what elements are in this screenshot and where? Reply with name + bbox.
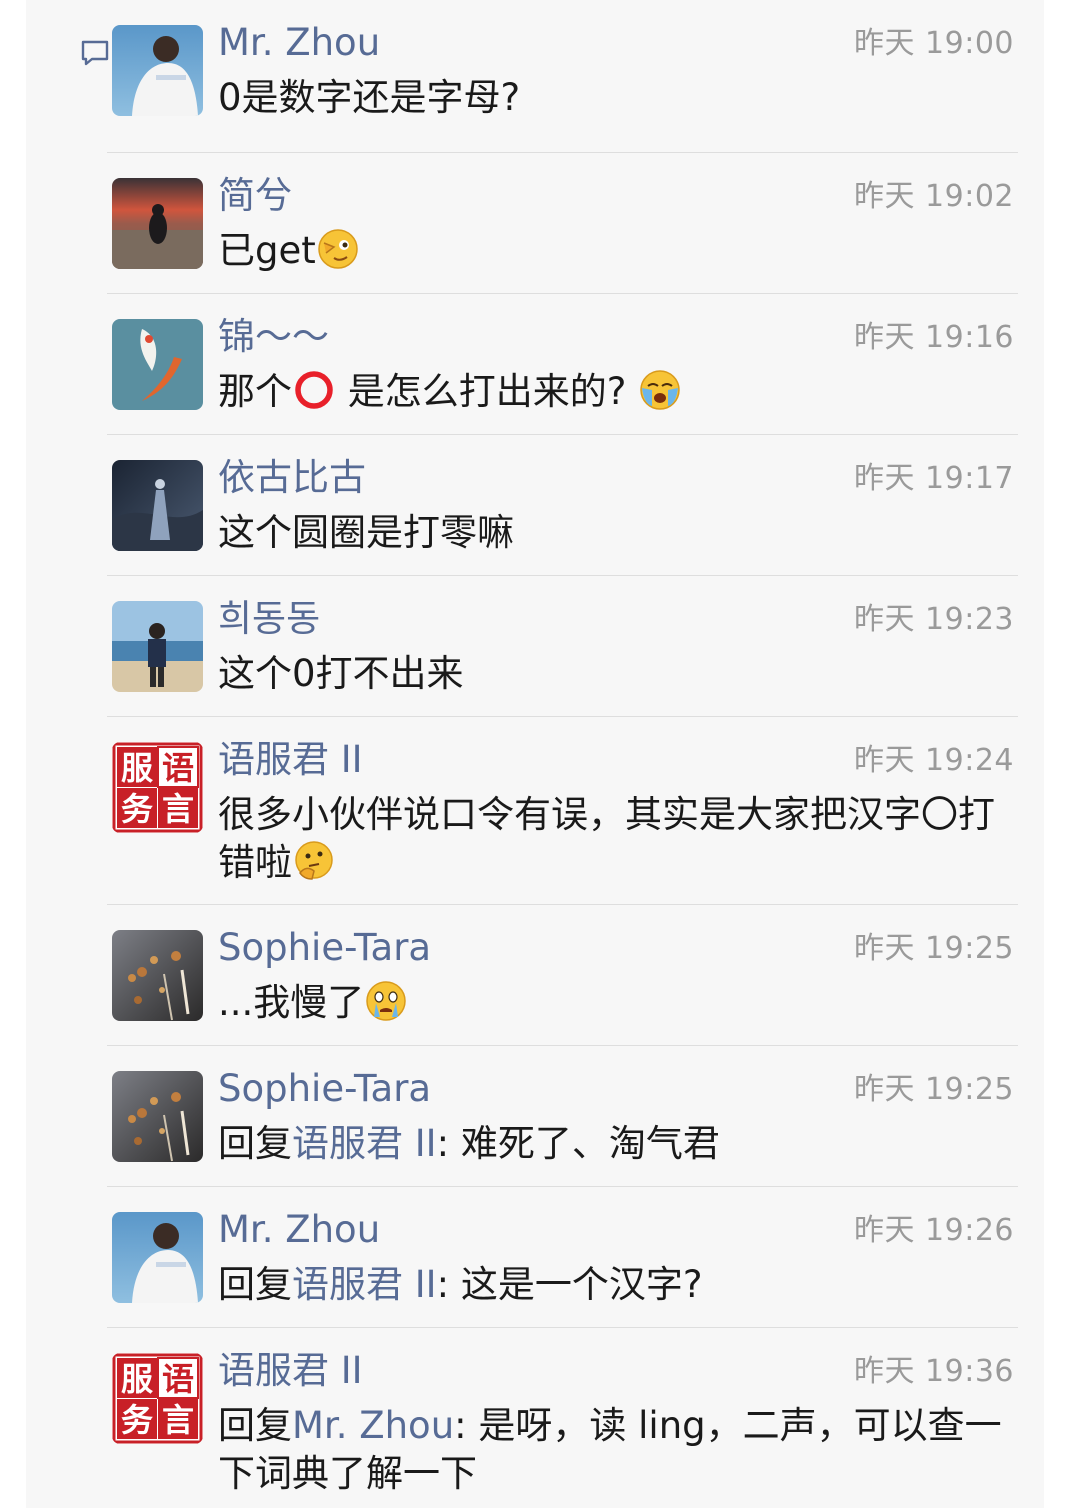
comment-content: 语服君 II 昨天 19:24 很多小伙伴说口令有误，其实是大家把汉字〇打错啦 <box>218 737 1018 887</box>
svg-text:服: 服 <box>121 1360 153 1398</box>
svg-text:务: 务 <box>121 790 153 828</box>
comment-text-segment: : 这是一个汉字? <box>436 1263 703 1306</box>
thinking-face-emoji <box>292 839 336 883</box>
comment-content: Sophie-Tara 昨天 19:25 ...我慢了 <box>218 925 1018 1027</box>
comment-text-segment: 已get <box>218 229 316 272</box>
comment-text-segment: 那个 <box>218 370 292 413</box>
comment-text-segment: 回复 <box>218 1122 292 1165</box>
comment-row[interactable]: 简兮 昨天 19:02 已get <box>107 153 1018 294</box>
svg-text:服: 服 <box>121 749 153 787</box>
comment-text-segment: 这个圆圈是打零嘛 <box>218 511 514 554</box>
avatar-man-on-beach[interactable] <box>112 601 203 692</box>
avatar-man-white-shirt[interactable] <box>112 1212 203 1303</box>
svg-text:言: 言 <box>162 1401 194 1439</box>
comment-timestamp: 昨天 19:26 <box>854 1213 1014 1248</box>
comment-text: 回复Mr. Zhou: 是呀，读 ling，二声，可以查一下词典了解一下 <box>218 1402 1018 1498</box>
comment-text-segment: : 难死了、淘气君 <box>436 1122 720 1165</box>
svg-text:务: 务 <box>121 1401 153 1439</box>
comment-content: 语服君 II 昨天 19:36 回复Mr. Zhou: 是呀，读 ling，二声，可… <box>218 1348 1018 1498</box>
comment-text-segment: 0是数字还是字母? <box>218 76 521 119</box>
svg-text:言: 言 <box>162 790 194 828</box>
wink-hand-emoji <box>316 227 360 271</box>
avatar-dark-night-figure[interactable] <box>112 460 203 551</box>
loudly-crying-face-emoji <box>638 368 682 412</box>
avatar-man-white-shirt[interactable] <box>112 25 203 116</box>
comment-content: 锦～～ 昨天 19:16 那个 是怎么打出来的? <box>218 314 1018 416</box>
comment-text: 很多小伙伴说口令有误，其实是大家把汉字〇打错啦 <box>218 791 1018 887</box>
comment-content: 依古比古 昨天 19:17 这个圆圈是打零嘛 <box>218 455 1018 557</box>
comment-text-segment: 回复 <box>218 1263 292 1306</box>
comment-timestamp: 昨天 19:23 <box>854 602 1014 637</box>
comment-content: Mr. Zhou 昨天 19:26 回复语服君 II: 这是一个汉字? <box>218 1207 1018 1309</box>
comment-text: 0是数字还是字母? <box>218 74 1018 122</box>
comment-timestamp: 昨天 19:25 <box>854 1072 1014 1107</box>
comment-row[interactable]: 服语务言语服君 II 昨天 19:36 回复Mr. Zhou: 是呀，读 ling，… <box>107 1328 1018 1510</box>
comment-timestamp: 昨天 19:24 <box>854 743 1014 778</box>
comment-text: 这个0打不出来 <box>218 650 1018 698</box>
avatar-fuwu-yuyan-logo[interactable]: 服语务言 <box>112 742 203 833</box>
reply-mention-link[interactable]: 语服君 II <box>292 1263 437 1306</box>
crying-face-emoji <box>364 979 408 1023</box>
comment-content: Mr. Zhou 昨天 19:00 0是数字还是字母? <box>218 20 1018 122</box>
svg-text:语: 语 <box>162 1360 194 1398</box>
reply-mention-link[interactable]: 语服君 II <box>292 1122 437 1165</box>
comment-text: 回复语服君 II: 这是一个汉字? <box>218 1261 1018 1309</box>
avatar-sparkling-lights[interactable] <box>112 930 203 1021</box>
reply-mention-link[interactable]: Mr. Zhou <box>292 1404 454 1447</box>
avatar-sparkling-lights[interactable] <box>112 1071 203 1162</box>
svg-text:语: 语 <box>162 749 194 787</box>
comment-row[interactable]: Mr. Zhou 昨天 19:26 回复语服君 II: 这是一个汉字? <box>107 1187 1018 1328</box>
comment-text: ...我慢了 <box>218 979 1018 1027</box>
comment-text-segment: 是怎么打出来的? <box>336 370 639 413</box>
comment-row[interactable]: Mr. Zhou 昨天 19:00 0是数字还是字母? <box>107 0 1018 153</box>
comment-text-segment: 这个0打不出来 <box>218 652 464 695</box>
comment-content: 희동동 昨天 19:23 这个0打不出来 <box>218 596 1018 698</box>
comment-row[interactable]: 희동동 昨天 19:23 这个0打不出来 <box>107 576 1018 717</box>
comment-text: 已get <box>218 227 1018 275</box>
comment-row[interactable]: 锦～～ 昨天 19:16 那个 是怎么打出来的? <box>107 294 1018 435</box>
comment-timestamp: 昨天 19:25 <box>854 931 1014 966</box>
comment-content: Sophie-Tara 昨天 19:25 回复语服君 II: 难死了、淘气君 <box>218 1066 1018 1168</box>
comment-timestamp: 昨天 19:16 <box>854 320 1014 355</box>
comment-text: 那个 是怎么打出来的? <box>218 368 1018 416</box>
comment-row[interactable]: Sophie-Tara 昨天 19:25 回复语服君 II: 难死了、淘气君 <box>107 1046 1018 1187</box>
comment-timestamp: 昨天 19:17 <box>854 461 1014 496</box>
heavy-red-circle-emoji <box>292 368 336 412</box>
comment-content: 简兮 昨天 19:02 已get <box>218 173 1018 275</box>
comment-text-segment: 回复 <box>218 1404 292 1447</box>
comment-timestamp: 昨天 19:02 <box>854 179 1014 214</box>
comment-text-segment: ...我慢了 <box>218 981 365 1024</box>
comment-row[interactable]: Sophie-Tara 昨天 19:25 ...我慢了 <box>107 905 1018 1046</box>
comment-list: Mr. Zhou 昨天 19:00 0是数字还是字母? 简兮 昨天 19:02 已get 锦… <box>107 0 1018 1510</box>
comment-timestamp: 昨天 19:00 <box>854 26 1014 61</box>
comment-row[interactable]: 服语务言语服君 II 昨天 19:24 很多小伙伴说口令有误，其实是大家把汉字〇打错… <box>107 717 1018 905</box>
avatar-koi-fish[interactable] <box>112 319 203 410</box>
avatar-sunset-beach[interactable] <box>112 178 203 269</box>
comment-row[interactable]: 依古比古 昨天 19:17 这个圆圈是打零嘛 <box>107 435 1018 576</box>
comment-text: 回复语服君 II: 难死了、淘气君 <box>218 1120 1018 1168</box>
avatar-fuwu-yuyan-logo[interactable]: 服语务言 <box>112 1353 203 1444</box>
comment-text: 这个圆圈是打零嘛 <box>218 509 1018 557</box>
comment-timestamp: 昨天 19:36 <box>854 1354 1014 1389</box>
comment-bubble-icon[interactable] <box>80 38 110 68</box>
